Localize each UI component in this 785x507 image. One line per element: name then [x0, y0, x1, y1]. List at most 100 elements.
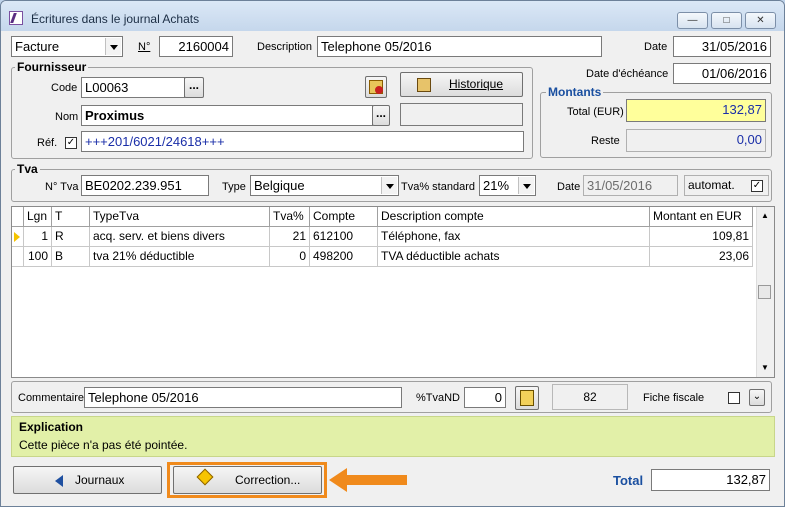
calculator-button[interactable]	[515, 386, 539, 410]
description-label: Description	[257, 41, 313, 53]
comment-label: Commentaire	[18, 392, 85, 404]
tva-rate-select[interactable]: 21%	[479, 175, 536, 196]
table-cell[interactable]: 109,81	[650, 227, 753, 247]
historique-label: Historique	[449, 77, 504, 91]
calculator-icon	[520, 390, 534, 406]
tva-type-select[interactable]: Belgique	[250, 175, 399, 196]
journal-window: Écritures dans le journal Achats — □ ✕ F…	[0, 0, 785, 507]
code-field[interactable]: L00063	[81, 77, 185, 98]
window-title: Écritures dans le journal Achats	[31, 12, 200, 26]
row-pointer-icon	[14, 232, 20, 242]
col-header-montant[interactable]: Montant en EUR	[650, 207, 753, 227]
ref-checkbox[interactable]: ✓	[65, 137, 77, 149]
code-lookup-button[interactable]: ...	[184, 77, 204, 98]
reste-label: Reste	[591, 135, 620, 147]
table-cell[interactable]: B	[52, 247, 90, 267]
minimize-icon[interactable]: —	[677, 12, 708, 29]
number-field[interactable]: 2160004	[159, 36, 233, 57]
table-cell[interactable]: 1	[24, 227, 52, 247]
person-icon	[375, 86, 383, 94]
scroll-up-icon[interactable]: ▲	[761, 211, 769, 220]
col-header-compte[interactable]: Compte	[310, 207, 378, 227]
fournisseur-title: Fournisseur	[15, 60, 89, 74]
supplier-card-button[interactable]	[365, 76, 387, 98]
correction-label: Correction...	[235, 473, 301, 487]
number-label: N°	[138, 41, 151, 53]
date-field[interactable]: 31/05/2016	[673, 36, 771, 57]
lines-grid[interactable]: Lgn T TypeTva Tva% Compte Description co…	[11, 206, 775, 378]
grid-scrollbar[interactable]: ▲ ▼	[756, 207, 774, 377]
description-field[interactable]: Telephone 05/2016	[317, 36, 602, 57]
journaux-button[interactable]: Journaux	[13, 466, 162, 494]
chevron-down-icon[interactable]	[105, 38, 121, 55]
correction-button[interactable]: Correction...	[173, 466, 322, 494]
due-date-field[interactable]: 01/06/2016	[673, 63, 771, 84]
scroll-down-icon[interactable]: ▼	[761, 363, 769, 372]
ref-field[interactable]: +++201/6021/24618+++	[81, 131, 524, 152]
ntva-field[interactable]: BE0202.239.951	[81, 175, 209, 196]
automat-label: automat.	[688, 178, 735, 192]
col-header-t[interactable]: T	[52, 207, 90, 227]
explication-panel: Explication Cette pièce n'a pas été poin…	[11, 416, 775, 457]
title-bar: Écritures dans le journal Achats — □ ✕	[1, 1, 784, 31]
table-cell[interactable]: 100	[24, 247, 52, 267]
reste-field: 0,00	[626, 129, 766, 152]
due-date-label: Date d'échéance	[586, 68, 669, 80]
total-eur-label: Total (EUR)	[567, 106, 624, 118]
table-cell[interactable]: 21	[270, 227, 310, 247]
table-cell[interactable]: 612100	[310, 227, 378, 247]
table-cell[interactable]: 23,06	[650, 247, 753, 267]
historique-button[interactable]: Historique	[400, 72, 523, 97]
close-icon[interactable]: ✕	[745, 12, 776, 29]
nom-label: Nom	[55, 111, 79, 123]
tva-type-value: Belgique	[254, 178, 305, 193]
form-content: Facture N° 2160004 Description Telephone…	[7, 32, 777, 502]
ref-label: Réf.	[37, 137, 58, 149]
table-cell[interactable]: acq. serv. et biens divers	[90, 227, 270, 247]
row-selected-indicator	[12, 227, 24, 247]
count-box: 82	[552, 384, 628, 410]
col-header-lgn[interactable]: Lgn	[24, 207, 52, 227]
fiche-checkbox[interactable]	[728, 392, 740, 404]
col-header-typetva[interactable]: TypeTva	[90, 207, 270, 227]
maximize-icon[interactable]: □	[711, 12, 742, 29]
journaux-label: Journaux	[75, 473, 125, 487]
supplier-extra-field	[400, 103, 523, 126]
row-indicator-header	[12, 207, 24, 227]
arrow-left-icon	[55, 475, 63, 487]
code-label: Code	[51, 82, 78, 94]
app-icon	[9, 11, 23, 25]
automat-checkbox[interactable]: ✓	[751, 180, 763, 192]
scroll-thumb[interactable]	[758, 285, 771, 299]
table-cell[interactable]: Téléphone, fax	[378, 227, 650, 247]
doc-type-select[interactable]: Facture	[11, 36, 123, 57]
table-cell[interactable]: R	[52, 227, 90, 247]
col-header-tva-pct[interactable]: Tva%	[270, 207, 310, 227]
warning-icon	[196, 468, 214, 486]
explication-text: Cette pièce n'a pas été pointée.	[19, 438, 188, 452]
tva-rate-value: 21%	[483, 178, 510, 193]
table-cell[interactable]: tva 21% déductible	[90, 247, 270, 267]
chevron-down-icon[interactable]	[518, 177, 534, 194]
montants-title: Montants	[546, 85, 604, 99]
table-cell[interactable]: 498200	[310, 247, 378, 267]
tva-type-label: Type	[222, 181, 246, 193]
nom-field[interactable]: Proximus	[81, 105, 373, 126]
tvand-label: %TvaND	[416, 392, 461, 404]
row-indicator	[12, 247, 24, 267]
table-cell[interactable]: 0	[270, 247, 310, 267]
col-header-description[interactable]: Description compte	[378, 207, 650, 227]
fiche-label: Fiche fiscale	[643, 392, 705, 404]
table-cell[interactable]: TVA déductible achats	[378, 247, 650, 267]
nom-lookup-button[interactable]: ...	[372, 105, 390, 126]
arrow-annotation-icon	[329, 468, 407, 492]
total-eur-field: 132,87	[626, 99, 766, 122]
explication-title: Explication	[19, 420, 84, 434]
chevron-down-icon[interactable]	[381, 177, 397, 194]
tvand-field[interactable]: 0	[464, 387, 506, 408]
footer-total-field: 132,87	[651, 469, 770, 491]
fiche-dropdown-button[interactable]: ⌄	[749, 389, 765, 406]
tva-date-field: 31/05/2016	[583, 175, 678, 196]
tva-rate-label: Tva% standard	[401, 181, 475, 193]
comment-field[interactable]: Telephone 05/2016	[84, 387, 402, 408]
